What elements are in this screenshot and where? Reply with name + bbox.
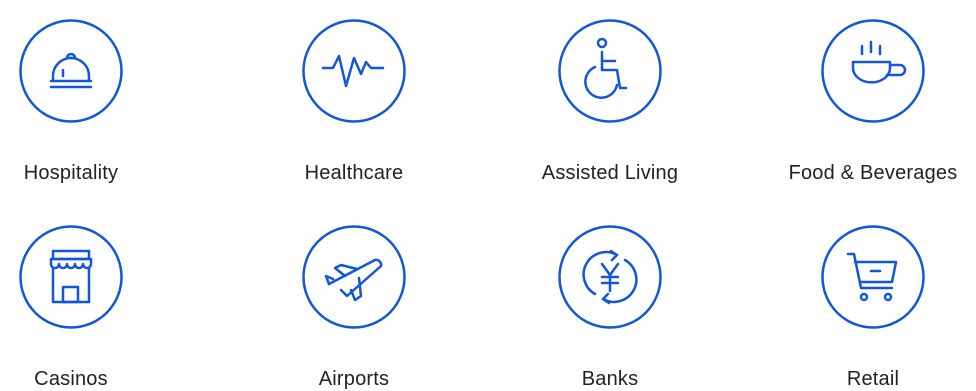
wheelchair-icon: [557, 18, 663, 124]
service-bell-icon: [18, 18, 124, 124]
yen-exchange-icon: [557, 224, 663, 330]
heartbeat-icon: [301, 18, 407, 124]
industry-label: Assisted Living: [541, 162, 679, 184]
industry-label: Healthcare: [304, 162, 404, 184]
airplane-icon: [301, 224, 407, 330]
coffee-cup-icon: [820, 18, 926, 124]
industry-label: Airports: [318, 368, 390, 390]
industries-grid: { "theme": { "accent": "#1456d8", "text"…: [0, 0, 976, 390]
shopping-cart-icon: [820, 224, 926, 330]
industry-label: Retail: [846, 368, 900, 390]
industry-label: Casinos: [34, 368, 108, 390]
industry-label: Hospitality: [23, 162, 119, 184]
industry-label: Banks: [581, 368, 639, 390]
storefront-icon: [18, 224, 124, 330]
industry-label: Food & Beverages: [788, 162, 958, 184]
